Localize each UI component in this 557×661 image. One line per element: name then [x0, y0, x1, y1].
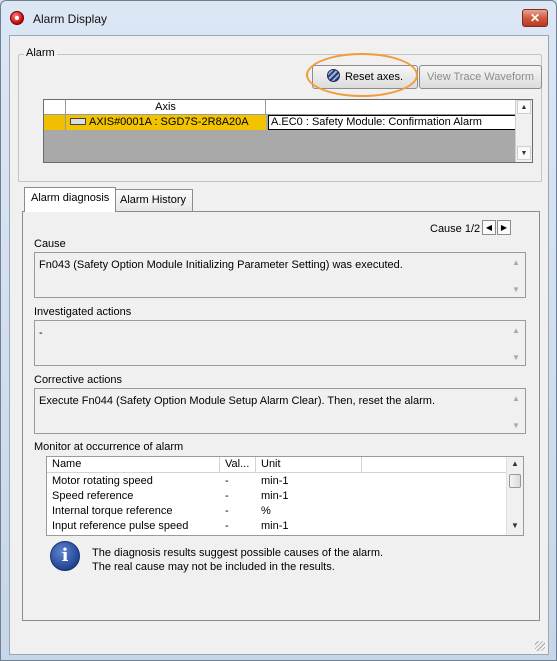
alarm-row[interactable]: AXIS#0001A : SGD7S-2R8A20A A.EC0 : Safet…	[44, 115, 516, 130]
reset-icon	[326, 69, 340, 82]
corrective-actions-text: Execute Fn044 (Safety Option Module Setu…	[39, 395, 435, 407]
row-header[interactable]	[44, 115, 66, 130]
cause-textbox[interactable]: Fn043 (Safety Option Module Initializing…	[34, 252, 526, 298]
investigated-scrollbar[interactable]: ▲ ▼	[508, 321, 525, 365]
col-extra-header[interactable]	[362, 457, 507, 472]
investigated-actions-text: -	[39, 327, 43, 339]
alarm-display-window: Alarm Display ✕ Alarm Reset axes. View T…	[0, 0, 557, 661]
monitor-table: Name Val... Unit Motor rotating speed - …	[46, 456, 524, 536]
row-unit: min-1	[261, 520, 289, 532]
title-bar[interactable]: Alarm Display ✕	[1, 1, 556, 35]
scroll-up-icon[interactable]: ▲	[512, 324, 520, 338]
cause-scrollbar[interactable]: ▲ ▼	[508, 253, 525, 297]
alarm-axis-cell[interactable]: AXIS#0001A : SGD7S-2R8A20A	[66, 115, 266, 130]
row-unit: min-1	[261, 490, 289, 502]
window-title: Alarm Display	[33, 12, 108, 26]
tab-alarm-diagnosis[interactable]: Alarm diagnosis	[24, 187, 117, 212]
alarm-group-label: Alarm	[24, 47, 57, 59]
grid-header-axis[interactable]: Axis	[66, 100, 266, 114]
alarm-code-cell[interactable]: A.EC0 : Safety Module: Confirmation Alar…	[268, 115, 516, 130]
scroll-down-icon[interactable]: ▼	[512, 419, 520, 433]
next-cause-button[interactable]: ▶	[497, 220, 511, 235]
info-line-1: The diagnosis results suggest possible c…	[92, 547, 384, 559]
col-name-header[interactable]: Name	[47, 457, 220, 472]
row-value: -	[225, 490, 229, 502]
investigated-actions-textbox[interactable]: - ▲ ▼	[34, 320, 526, 366]
row-unit: %	[261, 505, 271, 517]
monitor-header: Name Val... Unit	[47, 457, 507, 473]
tab-alarm-history[interactable]: Alarm History	[113, 189, 194, 211]
info-line-2: The real cause may not be included in th…	[92, 561, 335, 573]
cause-text: Fn043 (Safety Option Module Initializing…	[39, 259, 403, 271]
reset-axes-label: Reset axes.	[344, 71, 404, 83]
monitor-scrollbar[interactable]: ▲ ▼	[506, 457, 523, 535]
corrective-actions-textbox[interactable]: Execute Fn044 (Safety Option Module Setu…	[34, 388, 526, 434]
scroll-thumb[interactable]	[509, 474, 521, 488]
row-name: Internal torque reference	[52, 505, 173, 517]
alarm-axis-text: AXIS#0001A : SGD7S-2R8A20A	[89, 116, 249, 128]
info-message: The diagnosis results suggest possible c…	[92, 546, 383, 574]
row-name: Input reference pulse speed	[52, 520, 189, 532]
alarm-grid: Axis AXIS#0001A : SGD7S-2R8A20A A.EC0 : …	[43, 99, 533, 163]
info-icon: i	[50, 541, 80, 571]
table-row[interactable]: Input reference pulse speed - min-1	[47, 519, 507, 534]
investigated-actions-label: Investigated actions	[34, 306, 132, 318]
scroll-down-icon[interactable]: ▼	[517, 146, 531, 160]
cause-label: Cause	[34, 238, 66, 250]
monitor-label: Monitor at occurrence of alarm	[34, 441, 184, 453]
scroll-up-icon[interactable]: ▲	[511, 459, 519, 468]
table-row[interactable]: Motor rotating speed - min-1	[47, 474, 507, 489]
axis-plug-icon	[70, 118, 86, 125]
scroll-up-icon[interactable]: ▲	[512, 392, 520, 406]
scroll-up-icon[interactable]: ▲	[512, 256, 520, 270]
row-name: Speed reference	[52, 490, 134, 502]
grid-corner	[44, 100, 66, 114]
alarm-group: Alarm Reset axes. View Trace Waveform Ax…	[18, 47, 542, 182]
table-row[interactable]: Speed reference - min-1	[47, 489, 507, 504]
client-area: Alarm Reset axes. View Trace Waveform Ax…	[9, 35, 549, 655]
scroll-up-icon[interactable]: ▲	[517, 100, 531, 114]
resize-grip-icon[interactable]	[535, 641, 545, 651]
row-value: -	[225, 520, 229, 532]
scroll-down-icon[interactable]: ▼	[512, 351, 520, 365]
close-button[interactable]: ✕	[522, 9, 548, 27]
row-value: -	[225, 505, 229, 517]
alarm-app-icon	[10, 11, 24, 25]
row-unit: min-1	[261, 475, 289, 487]
cause-counter: Cause 1/2	[430, 223, 481, 235]
row-name: Motor rotating speed	[52, 475, 153, 487]
alarm-grid-header: Axis	[44, 100, 516, 115]
corrective-actions-label: Corrective actions	[34, 374, 123, 386]
row-value: -	[225, 475, 229, 487]
col-value-header[interactable]: Val...	[220, 457, 256, 472]
table-row[interactable]: Internal torque reference - %	[47, 504, 507, 519]
scroll-down-icon[interactable]: ▼	[512, 283, 520, 297]
scroll-down-icon[interactable]: ▼	[511, 521, 519, 530]
reset-axes-button[interactable]: Reset axes.	[312, 65, 418, 89]
col-unit-header[interactable]: Unit	[256, 457, 362, 472]
view-trace-waveform-button: View Trace Waveform	[419, 65, 542, 89]
corrective-scrollbar[interactable]: ▲ ▼	[508, 389, 525, 433]
prev-cause-button[interactable]: ◀	[482, 220, 496, 235]
alarm-grid-scrollbar[interactable]: ▲ ▼	[515, 100, 532, 162]
